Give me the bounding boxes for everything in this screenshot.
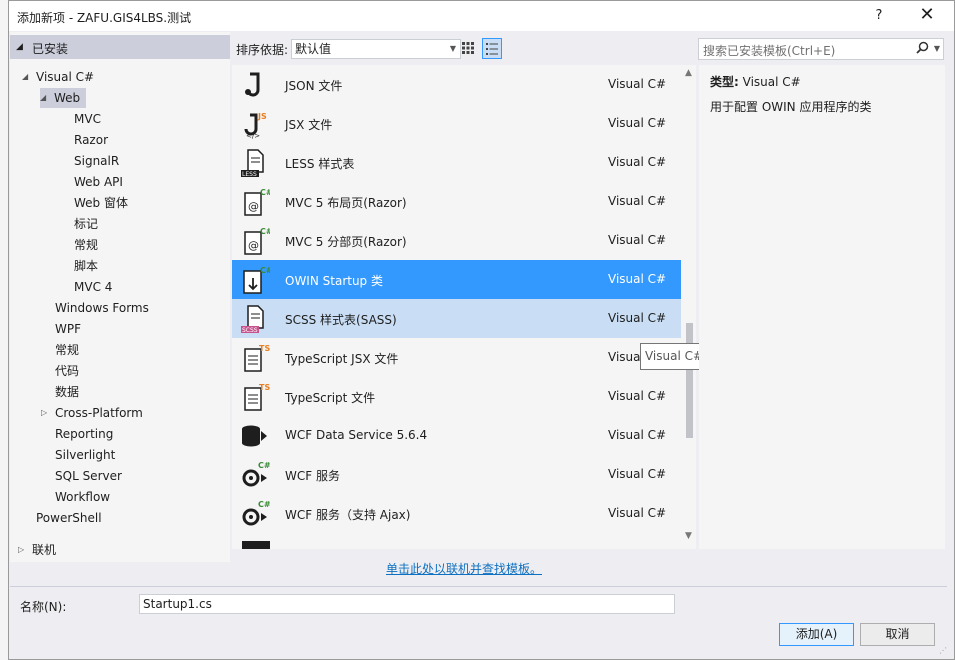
tree-node-general[interactable]: 常规 [55,340,79,360]
footer-divider [10,586,947,587]
title-bar: 添加新项 - ZAFU.GIS4LBS.测试 ? ✕ [9,1,954,31]
tree-node-webapi[interactable]: Web API [74,172,123,192]
expanded-arrow-icon: ◢ [22,72,29,81]
tree-node-script[interactable]: 脚本 [74,256,98,276]
help-button[interactable]: ? [859,1,899,31]
description-pane: 类型: Visual C# 用于配置 OWIN 应用程序的类 [699,65,945,549]
tree-node-workflow[interactable]: Workflow [55,487,110,507]
tree-node-mvc[interactable]: MVC [74,109,101,129]
list-view-icon [486,43,498,55]
scroll-up-arrow-icon[interactable]: ▲ [685,68,692,78]
svg-text:C#: C# [260,266,270,275]
installed-header[interactable]: ◢ 已安装 [10,35,230,59]
svg-text:C#: C# [258,461,270,470]
add-button[interactable]: 添加(A) [779,623,854,646]
tree-node-powershell[interactable]: PowerShell [36,508,102,528]
razor-layout-icon: @ C# [244,188,270,216]
tree-node-razor[interactable]: Razor [74,130,108,150]
template-row-typescript-jsx[interactable]: TS TypeScript JSX 文件 Visual C# [232,338,681,377]
less-file-icon: LESS [241,149,264,178]
chevron-down-icon: ▼ [449,44,456,53]
tree-node-sqlserver[interactable]: SQL Server [55,466,122,486]
template-row-wcf-data-service[interactable]: WCF Data Service 5.6.4 Visual C# [232,416,681,455]
grid-view-button[interactable] [458,38,478,59]
wcf-service-icon: C# [242,461,270,487]
resize-grip-icon[interactable]: ⋰ [939,646,947,655]
typescript-jsx-icon: TS [244,344,270,372]
svg-text:C#: C# [260,188,270,197]
template-row-wcf-service[interactable]: C# WCF 服务 Visual C# [232,455,681,494]
template-row-less[interactable]: LESS LESS 样式表 Visual C# [232,143,681,182]
sort-label: 排序依据: [236,43,289,57]
template-list: JSON 文件 Visual C# JS </> JSX 文件 Visual C… [232,65,696,549]
tooltip: Visual C# [640,343,708,370]
tree-node-winforms[interactable]: Windows Forms [55,298,149,318]
tree-node-code[interactable]: 代码 [55,361,79,381]
jsx-file-icon: JS </> [244,112,267,139]
cancel-button[interactable]: 取消 [860,623,935,646]
template-row-typescript[interactable]: TS TypeScript 文件 Visual C# [232,377,681,416]
tree-node-signalr[interactable]: SignalR [74,151,119,171]
svg-text:C#: C# [260,227,270,236]
template-type: 类型: Visual C# [710,75,801,89]
tree-node-reporting[interactable]: Reporting [55,424,113,444]
dialog-title: 添加新项 - ZAFU.GIS4LBS.测试 [17,11,192,25]
collapsed-arrow-icon: ▷ [41,408,48,417]
scroll-down-arrow-icon[interactable]: ▼ [685,531,692,541]
sort-dropdown[interactable]: 默认值 ▼ [291,39,461,59]
tree-node-data[interactable]: 数据 [55,382,79,402]
template-row-owin-startup[interactable]: C# OWIN Startup 类 Visual C# [232,260,681,299]
find-templates-online-link[interactable]: 单击此处以联机并查找模板。 [386,560,542,577]
add-new-item-dialog: 添加新项 - ZAFU.GIS4LBS.测试 ? ✕ ◢ 已安装 ◢ Visua… [8,0,955,660]
expanded-arrow-icon: ◢ [40,93,47,102]
collapsed-arrow-icon: ▷ [18,545,25,554]
razor-partial-icon: @ C# [244,227,270,255]
list-view-button[interactable] [482,38,502,59]
category-tree: ◢ 已安装 ◢ Visual C# ◢ Web MVC Razor Signal… [10,32,230,562]
svg-text:TS: TS [259,344,270,353]
tree-node-web[interactable]: ◢ Web [40,88,86,108]
svg-text:LESS: LESS [242,171,257,178]
name-input[interactable]: Startup1.cs [139,594,675,614]
scrollbar-thumb[interactable] [686,323,693,438]
close-button[interactable]: ✕ [907,1,947,31]
collapse-triangle-icon: ◢ [16,42,23,52]
tree-node-markup[interactable]: 标记 [74,214,98,234]
search-icon [916,41,929,58]
scss-file-icon: SCSS [241,305,264,334]
tree-node-wpf[interactable]: WPF [55,319,81,339]
name-label: 名称(N): [20,600,67,614]
owin-startup-icon: C# [243,266,270,294]
svg-text:C#: C# [258,500,270,509]
tree-node-mvc4[interactable]: MVC 4 [74,277,112,297]
tree-node-silverlight[interactable]: Silverlight [55,445,115,465]
template-row-scss[interactable]: SCSS SCSS 样式表(SASS) Visual C# [232,299,681,338]
wcf-ajax-service-icon: C# [242,500,270,526]
svg-text:@: @ [248,239,259,252]
template-row-json[interactable]: JSON 文件 Visual C# [232,65,681,104]
template-row-mvc-partial[interactable]: @ C# MVC 5 分部页(Razor) Visual C# [232,221,681,260]
grid-view-icon [462,42,474,54]
template-row-wcf-ajax-service[interactable]: C# WCF 服务（支持 Ajax) Visual C# [232,494,681,533]
svg-text:JS: JS [257,112,267,121]
svg-text:TS: TS [259,383,270,392]
tree-node-general-web[interactable]: 常规 [74,235,98,255]
template-row-jsx[interactable]: JS </> JSX 文件 Visual C# [232,104,681,143]
svg-text:</>: </> [246,132,260,139]
svg-text:@: @ [248,200,259,213]
partial-next-item-icon [242,541,270,549]
wcf-data-service-icon [242,425,267,447]
typescript-file-icon: TS [244,383,270,411]
search-installed-templates-input[interactable]: 搜索已安装模板(Ctrl+E) ▼ [698,38,944,60]
template-row-mvc-layout[interactable]: @ C# MVC 5 布局页(Razor) Visual C# [232,182,681,221]
tree-node-webform[interactable]: Web 窗体 [74,193,128,213]
template-description: 用于配置 OWIN 应用程序的类 [710,100,872,114]
svg-text:SCSS: SCSS [242,327,258,334]
chevron-down-icon[interactable]: ▼ [934,44,940,53]
json-file-icon [245,72,260,97]
